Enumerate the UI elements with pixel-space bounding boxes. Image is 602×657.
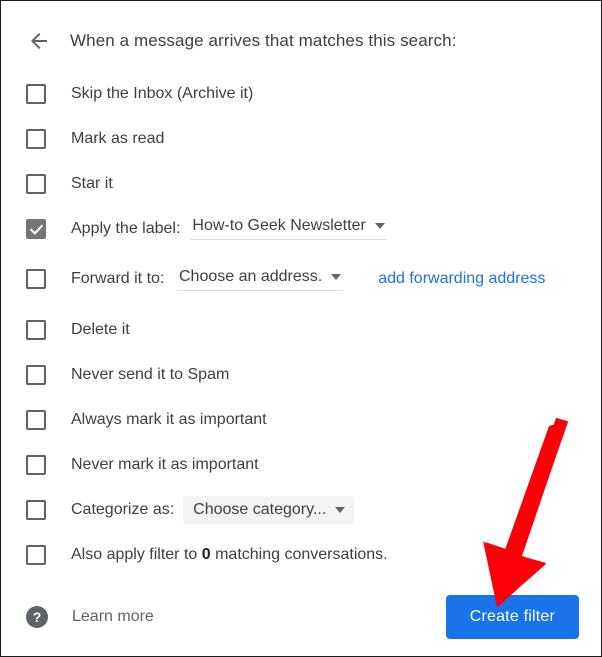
option-row-delete-it[interactable]: Delete it (1, 307, 601, 352)
back-arrow-icon[interactable] (19, 21, 59, 61)
option-row-categorize-as[interactable]: Categorize as: Choose category... (1, 487, 601, 532)
option-label-never-important: Never mark it as important (71, 455, 259, 473)
filter-creation-panel: When a message arrives that matches this… (0, 0, 602, 657)
chevron-down-icon (374, 223, 385, 229)
label-dropdown-value: How-to Geek Newsletter (192, 217, 366, 234)
checkbox-forward-it[interactable] (26, 269, 46, 289)
also-apply-prefix: Also apply filter to (71, 545, 202, 563)
option-label-also-apply-filter: Also apply filter to 0 matching conversa… (71, 545, 388, 565)
option-row-apply-label[interactable]: Apply the label: How-to Geek Newsletter (1, 206, 601, 251)
page-title: When a message arrives that matches this… (70, 31, 457, 50)
option-row-forward-it[interactable]: Forward it to: Choose an address. add fo… (1, 251, 601, 307)
option-row-always-important[interactable]: Always mark it as important (1, 397, 601, 442)
option-label-mark-as-read: Mark as read (71, 129, 165, 147)
create-filter-button[interactable]: Create filter (445, 595, 579, 639)
forwarding-address-value: Choose an address. (179, 267, 323, 285)
checkbox-never-important[interactable] (26, 454, 46, 475)
option-label-apply-label: Apply the label: (71, 219, 181, 237)
panel-header: When a message arrives that matches this… (1, 21, 601, 61)
learn-more-link[interactable]: Learn more (72, 608, 154, 626)
chevron-down-icon (335, 506, 346, 513)
option-row-never-important[interactable]: Never mark it as important (1, 442, 601, 487)
option-label-skip-inbox: Skip the Inbox (Archive it) (71, 84, 254, 102)
option-row-also-apply-filter[interactable]: Also apply filter to 0 matching conversa… (1, 532, 601, 577)
forwarding-address-dropdown[interactable]: Choose an address. (177, 267, 344, 291)
option-label-star-it: Star it (71, 174, 113, 192)
checkbox-delete-it[interactable] (26, 319, 46, 340)
also-apply-suffix: matching conversations. (210, 545, 388, 563)
checkbox-always-important[interactable] (26, 409, 46, 430)
checkbox-skip-inbox[interactable] (26, 83, 46, 104)
option-row-star-it[interactable]: Star it (1, 161, 601, 206)
category-dropdown[interactable]: Choose category... (183, 495, 355, 524)
checkbox-star-it[interactable] (26, 173, 46, 194)
checkbox-never-spam[interactable] (26, 364, 46, 385)
checkbox-categorize-as[interactable] (26, 499, 46, 520)
help-circle-icon[interactable]: ? (26, 606, 48, 628)
checkbox-apply-label[interactable] (26, 218, 46, 239)
option-label-never-spam: Never send it to Spam (71, 365, 230, 383)
filter-options-list: Skip the Inbox (Archive it) Mark as read… (1, 71, 601, 577)
option-label-categorize-as: Categorize as: (71, 500, 175, 518)
footer-divider (1, 578, 601, 579)
option-row-never-spam[interactable]: Never send it to Spam (1, 352, 601, 397)
panel-footer: ? Learn more Create filter (1, 586, 601, 648)
checkbox-also-apply-filter[interactable] (26, 544, 46, 565)
checkbox-mark-as-read[interactable] (26, 128, 46, 149)
option-row-mark-as-read[interactable]: Mark as read (1, 116, 601, 161)
chevron-down-icon (331, 273, 342, 280)
option-row-skip-inbox[interactable]: Skip the Inbox (Archive it) (1, 71, 601, 116)
category-dropdown-value: Choose category... (193, 500, 327, 518)
add-forwarding-address-link[interactable]: add forwarding address (378, 270, 545, 288)
option-label-delete-it: Delete it (71, 320, 130, 338)
option-label-forward-it: Forward it to: (71, 269, 165, 287)
label-dropdown[interactable]: How-to Geek Newsletter (190, 217, 387, 240)
option-label-always-important: Always mark it as important (71, 410, 267, 428)
matching-conversations-count: 0 (201, 545, 211, 563)
